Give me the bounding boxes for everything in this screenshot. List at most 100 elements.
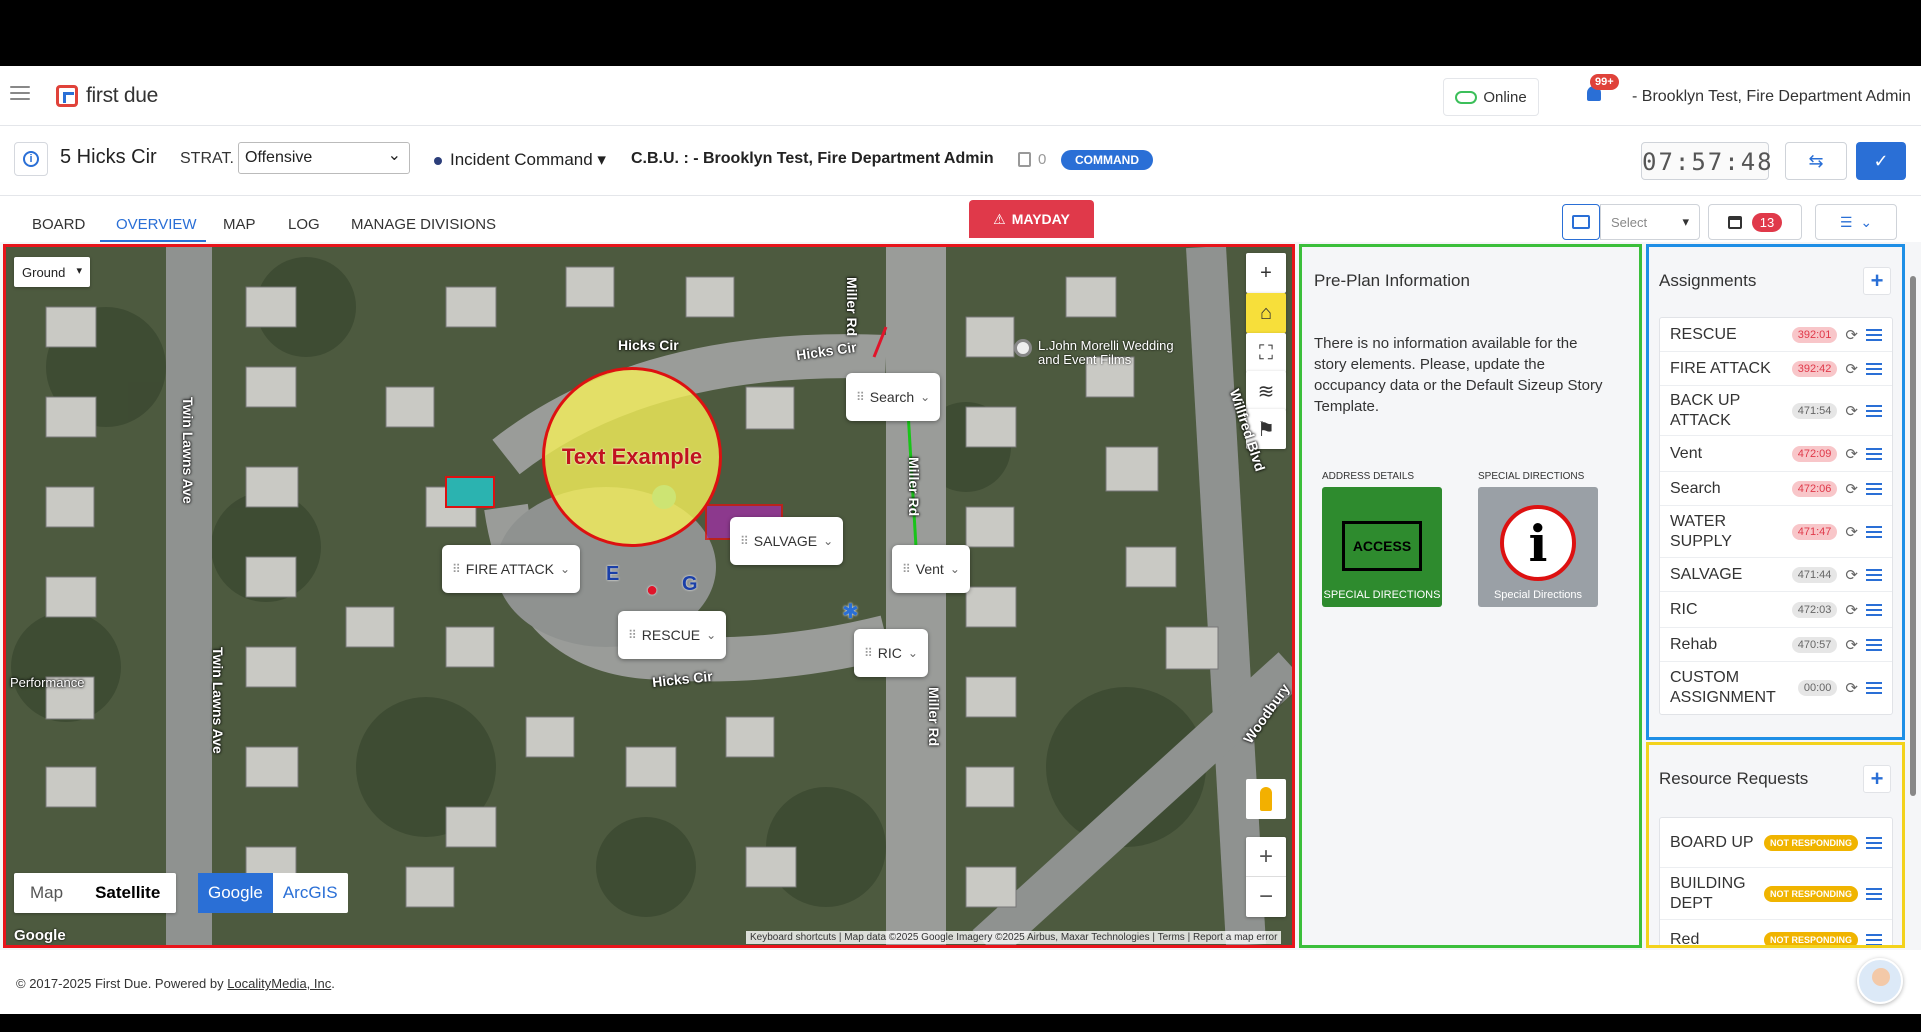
tab-log[interactable]: LOG: [288, 216, 320, 233]
locality-media-link[interactable]: LocalityMedia, Inc: [227, 976, 331, 991]
menu-icon[interactable]: [1866, 445, 1882, 463]
copy-count: 0: [1038, 151, 1047, 168]
street-label: Hicks Cir: [618, 337, 679, 353]
app-logo[interactable]: first due: [56, 84, 158, 108]
poi-marker[interactable]: L.John Morelli Wedding and Event Films: [1014, 339, 1198, 367]
assignment-row[interactable]: CUSTOM ASSIGNMENT 00:00 ⟳: [1660, 662, 1892, 714]
support-avatar[interactable]: [1857, 958, 1903, 1004]
street-view-pegman-icon[interactable]: [1246, 779, 1286, 819]
assignment-row[interactable]: WATER SUPPLY 471:47 ⟳: [1660, 506, 1892, 558]
refresh-icon[interactable]: ⟳: [1845, 360, 1858, 378]
menu-icon[interactable]: [1866, 480, 1882, 498]
street-label: Twin Lawns Ave: [210, 647, 226, 754]
assignment-marker-fire-attack[interactable]: ⠿ FIRE ATTACK ⌄: [442, 545, 581, 593]
assignment-row[interactable]: SALVAGE 471:44 ⟳: [1660, 558, 1892, 592]
menu-icon[interactable]: [1866, 679, 1882, 697]
assignment-row[interactable]: Vent 472:09 ⟳: [1660, 436, 1892, 472]
map-layers-button[interactable]: ≋: [1246, 371, 1286, 411]
online-status-button[interactable]: Online: [1443, 78, 1539, 116]
add-assignment-button[interactable]: +: [1863, 267, 1891, 295]
special-directions-card[interactable]: i Special Directions: [1478, 487, 1598, 607]
floor-select[interactable]: Ground: [14, 257, 90, 287]
refresh-icon[interactable]: ⟳: [1845, 636, 1858, 654]
command-badge[interactable]: COMMAND: [1061, 150, 1153, 170]
tab-map[interactable]: MAP: [223, 216, 256, 233]
mayday-button[interactable]: ⚠ MAYDAY: [969, 200, 1094, 238]
radio-button[interactable]: [1562, 204, 1600, 240]
assignment-row[interactable]: BACK UP ATTACK 471:54 ⟳: [1660, 386, 1892, 436]
menu-icon[interactable]: [1866, 931, 1882, 945]
menu-icon[interactable]: [1866, 885, 1882, 903]
incident-map[interactable]: Ground + ⌂ ⛶ ≋ ⚑ Text Example Hicks Cir …: [3, 244, 1295, 948]
assignment-row[interactable]: Rehab 470:57 ⟳: [1660, 628, 1892, 662]
user-name[interactable]: - Brooklyn Test, Fire Department Admin: [1632, 88, 1911, 106]
menu-icon[interactable]: [1866, 566, 1882, 584]
map-type-satellite[interactable]: Satellite: [79, 873, 176, 913]
view-list-button[interactable]: ☰ ⌄: [1815, 204, 1897, 240]
channel-select[interactable]: Select: [1600, 204, 1700, 240]
assignment-row[interactable]: Search 472:06 ⟳: [1660, 472, 1892, 506]
map-home-button[interactable]: ⌂: [1246, 293, 1286, 333]
menu-icon[interactable]: [1866, 523, 1882, 541]
map-hierarchy-button[interactable]: ⛶: [1246, 333, 1286, 373]
map-attribution[interactable]: Keyboard shortcuts | Map data ©2025 Goog…: [746, 931, 1282, 944]
map-add-button[interactable]: +: [1246, 253, 1286, 293]
cloud-icon: [1455, 90, 1478, 104]
engine-unit-icon[interactable]: E: [606, 563, 619, 586]
assignment-marker-vent[interactable]: ⠿ Vent ⌄: [892, 545, 970, 593]
hamburger-menu-icon[interactable]: [10, 86, 30, 102]
refresh-icon[interactable]: ⟳: [1845, 326, 1858, 344]
assignment-row[interactable]: RESCUE 392:01 ⟳: [1660, 318, 1892, 352]
generator-unit-icon[interactable]: G: [682, 573, 698, 596]
menu-icon[interactable]: [1866, 326, 1882, 344]
assignment-marker-ric[interactable]: ⠿ RIC ⌄: [854, 629, 928, 677]
menu-icon[interactable]: [1866, 834, 1882, 852]
command-role-dropdown[interactable]: Incident Command ▾: [450, 150, 606, 170]
menu-icon[interactable]: [1866, 636, 1882, 654]
page-scrollbar[interactable]: [1908, 266, 1918, 946]
refresh-icon[interactable]: ⟳: [1845, 445, 1858, 463]
adjust-settings-button[interactable]: ⇆: [1785, 142, 1847, 180]
map-type-map[interactable]: Map: [14, 873, 79, 913]
calendar-button[interactable]: 13: [1708, 204, 1802, 240]
preplan-title: Pre-Plan Information: [1314, 271, 1470, 290]
refresh-icon[interactable]: ⟳: [1845, 480, 1858, 498]
tab-manage-divisions[interactable]: MANAGE DIVISIONS: [351, 216, 496, 233]
list-icon: ☰: [1839, 213, 1853, 230]
chevron-down-icon: ⌄: [559, 562, 571, 576]
menu-icon[interactable]: [1866, 601, 1882, 619]
menu-icon[interactable]: [1866, 360, 1882, 378]
assignment-marker-search[interactable]: ⠿ Search ⌄: [846, 373, 941, 421]
resource-request-row[interactable]: Red NOT RESPONDING: [1660, 920, 1892, 945]
refresh-icon[interactable]: ⟳: [1845, 523, 1858, 541]
zoom-in-button[interactable]: +: [1246, 837, 1286, 877]
refresh-icon[interactable]: ⟳: [1845, 566, 1858, 584]
ems-star-icon[interactable]: ✱: [842, 599, 859, 624]
resource-request-row[interactable]: BUILDING DEPT NOT RESPONDING: [1660, 868, 1892, 920]
scroll-thumb[interactable]: [1910, 276, 1916, 796]
calendar-icon: [1727, 215, 1742, 229]
tab-board[interactable]: BOARD: [32, 216, 85, 233]
resource-request-row[interactable]: BOARD UP NOT RESPONDING: [1660, 818, 1892, 868]
refresh-icon[interactable]: ⟳: [1845, 679, 1858, 697]
refresh-icon[interactable]: ⟳: [1845, 601, 1858, 619]
access-card[interactable]: ACCESS SPECIAL DIRECTIONS: [1322, 487, 1442, 607]
copy-icon[interactable]: [1018, 152, 1031, 167]
assignment-marker-rescue[interactable]: ⠿ RESCUE ⌄: [618, 611, 727, 659]
tab-overview[interactable]: OVERVIEW: [116, 216, 197, 233]
strategy-label: STRAT.: [180, 150, 234, 167]
provider-arcgis[interactable]: ArcGIS: [273, 873, 348, 913]
incident-info-button[interactable]: i: [14, 142, 48, 176]
text-example-annotation[interactable]: Text Example: [542, 367, 722, 547]
zoom-out-button[interactable]: −: [1246, 877, 1286, 917]
assignment-marker-salvage[interactable]: ⠿ SALVAGE ⌄: [730, 517, 844, 565]
provider-google[interactable]: Google: [198, 873, 273, 913]
strategy-select[interactable]: Offensive: [238, 142, 410, 174]
assignment-row[interactable]: FIRE ATTACK 392:42 ⟳: [1660, 352, 1892, 386]
assignment-row[interactable]: RIC 472:03 ⟳: [1660, 592, 1892, 628]
menu-icon[interactable]: [1866, 402, 1882, 420]
fire-icon[interactable]: ●: [646, 579, 658, 602]
refresh-icon[interactable]: ⟳: [1845, 402, 1858, 420]
add-resource-request-button[interactable]: +: [1863, 765, 1891, 793]
confirm-button[interactable]: ✓: [1856, 142, 1906, 180]
